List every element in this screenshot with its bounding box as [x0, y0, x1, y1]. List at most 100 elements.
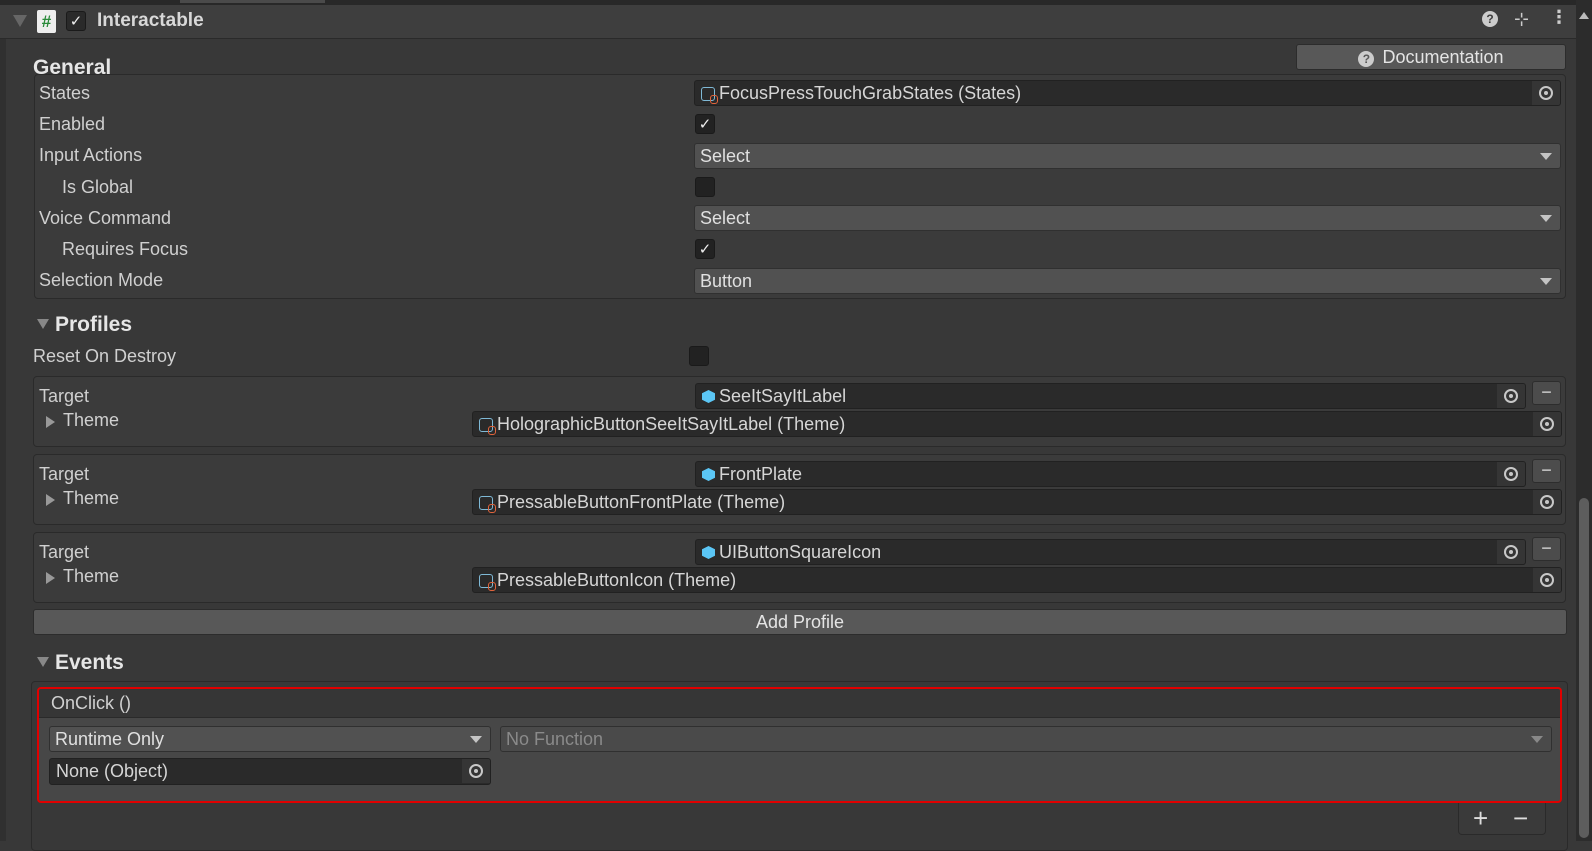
foldout-arrow-icon[interactable]	[13, 15, 27, 27]
add-event-button[interactable]: +	[1473, 803, 1488, 834]
target-field[interactable]: SeeItSayItLabel	[695, 383, 1526, 409]
theme-asset-icon	[479, 574, 496, 591]
chevron-down-icon	[1540, 278, 1552, 285]
states-value: FocusPressTouchGrabStates (States)	[719, 83, 1022, 103]
voice-command-value: Select	[700, 208, 751, 228]
is-global-label: Is Global	[62, 177, 134, 197]
selection-mode-dropdown[interactable]: Button	[694, 268, 1561, 294]
help-icon: ?	[1358, 51, 1375, 67]
object-picker-icon[interactable]	[1533, 490, 1561, 514]
theme-asset-icon	[479, 418, 496, 435]
selection-mode-value: Button	[700, 271, 753, 291]
general-section	[34, 74, 1566, 299]
object-picker-icon[interactable]	[1497, 462, 1525, 486]
profile-item: Target Theme FrontPlate − PressableButto…	[33, 454, 1566, 525]
runtime-dropdown[interactable]: Runtime Only	[49, 726, 491, 752]
script-icon: #	[37, 10, 56, 33]
states-asset-icon	[701, 87, 718, 104]
theme-value: PressableButtonFrontPlate (Theme)	[497, 492, 786, 512]
gameobject-icon	[702, 468, 715, 481]
object-value: None (Object)	[56, 761, 169, 781]
help-icon[interactable]: ?	[1482, 11, 1498, 27]
scrollbar[interactable]	[1576, 0, 1592, 841]
object-picker-icon[interactable]	[1533, 568, 1561, 592]
gameobject-icon	[702, 390, 715, 403]
voice-command-dropdown[interactable]: Select	[694, 205, 1561, 231]
profiles-title: Profiles	[55, 313, 133, 336]
runtime-value: Runtime Only	[55, 729, 165, 749]
states-label: States	[39, 83, 91, 103]
theme-label: Theme	[63, 410, 120, 430]
theme-foldout-icon[interactable]	[46, 416, 55, 428]
reset-on-destroy-checkbox[interactable]	[689, 346, 709, 366]
foldout-arrow-icon	[37, 319, 49, 329]
chevron-down-icon	[1531, 736, 1543, 743]
input-actions-dropdown[interactable]: Select	[694, 143, 1561, 169]
events-foldout[interactable]: Events	[37, 651, 124, 675]
theme-label: Theme	[63, 566, 120, 586]
voice-command-label: Voice Command	[39, 208, 172, 228]
remove-profile-button[interactable]: −	[1532, 459, 1561, 483]
profiles-foldout[interactable]: Profiles	[37, 313, 132, 337]
target-field[interactable]: UIButtonSquareIcon	[695, 539, 1526, 565]
input-actions-value: Select	[700, 146, 751, 166]
input-actions-label: Input Actions	[39, 145, 143, 165]
add-profile-button[interactable]: Add Profile	[33, 609, 1567, 635]
theme-label: Theme	[63, 488, 120, 508]
remove-event-button[interactable]: −	[1513, 803, 1528, 834]
theme-field[interactable]: PressableButtonIcon (Theme)	[472, 567, 1562, 593]
theme-value: PressableButtonIcon (Theme)	[497, 570, 737, 590]
object-picker-icon[interactable]	[1497, 540, 1525, 564]
theme-value: HolographicButtonSeeItSayItLabel (Theme)	[497, 414, 846, 434]
target-label: Target	[39, 464, 90, 484]
scrollbar-thumb[interactable]	[1579, 498, 1589, 838]
target-value: SeeItSayItLabel	[719, 386, 847, 406]
profile-item: Target Theme UIButtonSquareIcon − Pressa…	[33, 532, 1566, 603]
enabled-checkbox[interactable]: ✓	[695, 114, 715, 134]
scroll-up-icon[interactable]	[1579, 12, 1589, 19]
onclick-event-panel: OnClick () Runtime Only No Function None…	[37, 687, 1562, 803]
chevron-down-icon	[1540, 215, 1552, 222]
target-value: UIButtonSquareIcon	[719, 542, 882, 562]
more-icon[interactable]: ⋮	[1550, 7, 1568, 28]
documentation-label: Documentation	[1382, 47, 1504, 67]
target-field[interactable]: FrontPlate	[695, 461, 1526, 487]
gameobject-icon	[702, 546, 715, 559]
object-picker-icon[interactable]	[1533, 412, 1561, 436]
is-global-checkbox[interactable]	[695, 177, 715, 197]
events-title: Events	[55, 651, 124, 674]
remove-profile-button[interactable]: −	[1532, 537, 1561, 561]
states-field[interactable]: FocusPressTouchGrabStates (States)	[694, 80, 1561, 106]
theme-field[interactable]: HolographicButtonSeeItSayItLabel (Theme)	[472, 411, 1562, 437]
component-title: Interactable	[97, 10, 204, 31]
object-picker-icon[interactable]	[462, 759, 490, 783]
left-edge	[0, 39, 6, 841]
requires-focus-checkbox[interactable]: ✓	[695, 239, 715, 259]
object-picker-icon[interactable]	[1532, 81, 1560, 105]
onclick-header	[39, 689, 1560, 718]
event-add-remove: + −	[1458, 803, 1546, 835]
function-value: No Function	[506, 729, 604, 749]
profile-item: Target Theme SeeItSayItLabel − Holograph…	[33, 376, 1566, 447]
component-header[interactable]: # ✓ Interactable ? ⊹ ⋮	[0, 5, 1576, 39]
reset-on-destroy-label: Reset On Destroy	[33, 346, 177, 366]
selection-mode-label: Selection Mode	[39, 270, 164, 290]
component-enabled-checkbox[interactable]: ✓	[66, 11, 86, 31]
remove-profile-button[interactable]: −	[1532, 381, 1561, 405]
foldout-arrow-icon	[37, 657, 49, 667]
object-picker-icon[interactable]	[1497, 384, 1525, 408]
add-profile-label: Add Profile	[755, 612, 845, 632]
chevron-down-icon	[470, 736, 482, 743]
target-label: Target	[39, 386, 90, 406]
function-dropdown[interactable]: No Function	[500, 726, 1552, 752]
theme-foldout-icon[interactable]	[46, 572, 55, 584]
requires-focus-label: Requires Focus	[62, 239, 189, 259]
theme-field[interactable]: PressableButtonFrontPlate (Theme)	[472, 489, 1562, 515]
presets-icon[interactable]: ⊹	[1514, 9, 1529, 30]
target-value: FrontPlate	[719, 464, 803, 484]
chevron-down-icon	[1540, 153, 1552, 160]
theme-foldout-icon[interactable]	[46, 494, 55, 506]
documentation-button[interactable]: ? Documentation	[1296, 44, 1566, 70]
theme-asset-icon	[479, 496, 496, 513]
object-field[interactable]: None (Object)	[49, 758, 491, 785]
